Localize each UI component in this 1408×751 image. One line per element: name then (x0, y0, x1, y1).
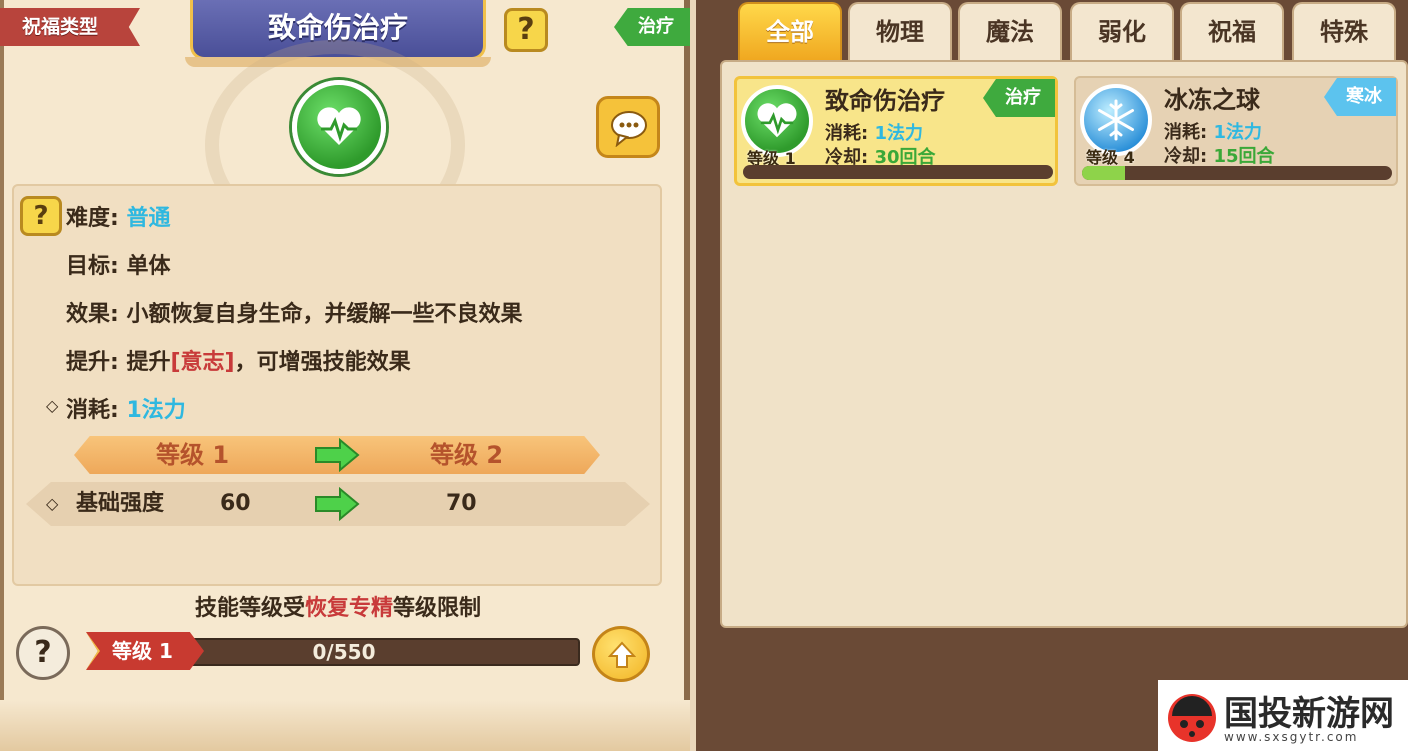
upgrade-button[interactable] (592, 626, 650, 682)
target-row: 目标: 单体 (66, 248, 171, 280)
cost-label: 消耗: (825, 123, 869, 144)
tab-special[interactable]: 特殊 (1292, 2, 1396, 60)
cost-value: 1法力 (126, 398, 186, 423)
cost-label: 消耗: (1164, 122, 1208, 143)
stat-current: 60 (220, 491, 251, 516)
skill-name: 致命伤治疗 (825, 87, 945, 115)
upgrade-row: 提升: 提升[意志]，可增强技能效果 (66, 344, 411, 376)
skill-cost: 消耗: 1法力 (825, 119, 923, 145)
effect-label: 效果: (66, 302, 119, 327)
panel-edge (0, 0, 4, 751)
tab-all[interactable]: 全部 (738, 2, 842, 60)
stat-next: 70 (446, 491, 477, 516)
cost-label: 消耗: (66, 398, 119, 423)
skill-tag: 寒冰 (1324, 78, 1396, 116)
difficulty-row: 难度: 普通 (66, 200, 171, 232)
limit-highlight: 恢复专精 (304, 596, 393, 621)
arrow-right-icon (315, 438, 360, 472)
skill-type-ribbon: 祝福类型 (0, 8, 140, 46)
target-label: 目标: (66, 254, 119, 279)
skill-name: 冰冻之球 (1164, 86, 1260, 114)
difficulty-label: 难度: (66, 206, 119, 231)
tab-physical[interactable]: 物理 (848, 2, 952, 60)
skill-type-tag: 治疗 (614, 8, 690, 46)
level-next: 等级 2 (430, 441, 504, 469)
cost-value: 1法力 (1213, 122, 1263, 143)
site-watermark: 国投新游网 www.sxsgytr.com (1158, 680, 1408, 751)
stat-name: 基础强度 (76, 491, 165, 516)
effect-row: 效果: 小额恢复自身生命，并缓解一些不良效果 (66, 296, 523, 328)
help-button[interactable]: ? (504, 8, 548, 52)
xp-level-tag: 等级 1 (86, 632, 204, 670)
snowflake-glyph-icon (1098, 99, 1134, 141)
diamond-icon: ◇ (46, 494, 59, 513)
heart-pulse-icon (292, 80, 386, 174)
skill-cost: 消耗: 1法力 (1164, 118, 1262, 144)
tab-blessing[interactable]: 祝福 (1180, 2, 1284, 60)
upgrade-suffix: ，可增强技能效果 (234, 350, 411, 375)
arrow-right-icon (315, 487, 360, 521)
info-help-button[interactable]: ? (20, 196, 62, 236)
skill-progress-bar (743, 165, 1053, 179)
skill-cooldown: 冷却: 15回合 (1164, 142, 1275, 168)
skill-detail-panel: 祝福类型 致命伤治疗 ? 治疗 ? 难度: 普通 目标: 单体 效果: 小额恢复… (0, 0, 690, 751)
cooldown-value: 15回合 (1213, 146, 1275, 167)
chat-bubble-icon (611, 111, 647, 147)
difficulty-value: 普通 (126, 206, 171, 231)
limit-suffix: 等级限制 (393, 596, 482, 621)
tab-debuff[interactable]: 弱化 (1070, 2, 1174, 60)
skill-tag: 治疗 (983, 79, 1055, 117)
skill-progress-fill (1082, 166, 1126, 180)
heart-icon (317, 107, 361, 145)
upgrade-label: 提升: (66, 350, 119, 375)
tab-magic[interactable]: 魔法 (958, 2, 1062, 60)
watermark-url: www.sxsgytr.com (1224, 730, 1359, 744)
chat-button[interactable] (596, 96, 660, 158)
watermark-name: 国投新游网 (1224, 694, 1394, 734)
skill-level: 等级 4 (1086, 148, 1135, 167)
level-current: 等级 1 (156, 441, 230, 469)
effect-value: 小额恢复自身生命，并缓解一些不良效果 (126, 302, 523, 327)
level-help-button[interactable]: ? (16, 626, 70, 680)
limit-prefix: 技能等级受 (194, 596, 305, 621)
skill-progress-bar (1082, 166, 1392, 180)
panel-bottom-decoration (0, 700, 690, 751)
heart-icon (757, 103, 797, 138)
diamond-icon: ◇ (46, 396, 59, 415)
target-value: 单体 (126, 254, 171, 279)
level-limit-text: 技能等级受恢复专精等级限制 (0, 590, 676, 622)
ladybug-logo-icon (1168, 694, 1216, 742)
skill-card-heal[interactable]: 等级 1 致命伤治疗 治疗 消耗: 1法力 冷却: 30回合 (734, 76, 1058, 186)
arrow-up-icon (608, 641, 636, 668)
cooldown-label: 冷却: (1164, 146, 1208, 167)
cost-value: 1法力 (874, 123, 924, 144)
cost-row: 消耗: 1法力 (66, 392, 186, 424)
skill-card-frost[interactable]: 等级 4 冰冻之球 寒冰 消耗: 1法力 冷却: 15回合 (1074, 76, 1398, 186)
upgrade-attribute: [意志] (170, 350, 235, 375)
upgrade-prefix: 提升 (126, 350, 171, 375)
